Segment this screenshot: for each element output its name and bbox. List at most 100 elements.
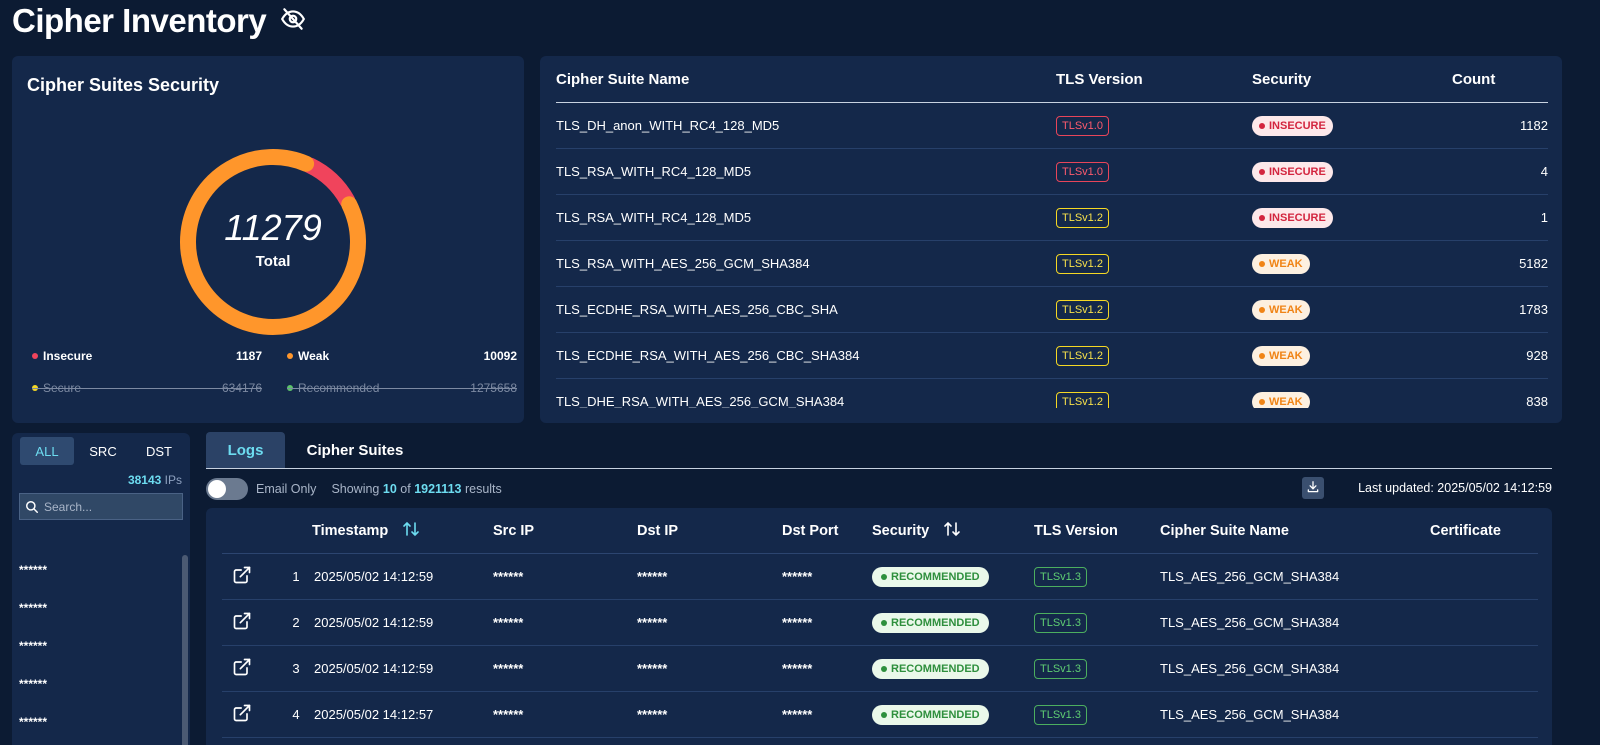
tls-version-badge: TLSv1.3: [1034, 612, 1087, 633]
download-button[interactable]: [1302, 477, 1324, 499]
tls-cell: TLSv1.3: [1034, 658, 1160, 679]
open-external-icon[interactable]: [232, 658, 252, 680]
ip-side-panel: ALL SRC DST 38143 IPs ******************…: [12, 433, 190, 745]
status-dot: [1259, 306, 1265, 313]
col-header-cipher-suite[interactable]: Cipher Suite Name: [1160, 523, 1430, 539]
status-dot: [881, 619, 887, 626]
col-header-dst-port[interactable]: Dst Port: [782, 523, 872, 539]
list-item[interactable]: ******: [19, 715, 47, 745]
cipher-suite-cell: TLS_AES_256_GCM_SHA384: [1160, 707, 1340, 722]
col-header-certificate[interactable]: Certificate: [1430, 523, 1538, 539]
security-badge: RECOMMENDED: [872, 658, 989, 679]
list-item[interactable]: ******: [19, 677, 47, 715]
row-index: 4: [292, 707, 300, 722]
tab-cipher-suites[interactable]: Cipher Suites: [285, 432, 425, 468]
count-cell: 5182: [1519, 256, 1548, 271]
security-label: WEAK: [1269, 303, 1303, 316]
tls-cell: TLSv1.2: [1056, 299, 1252, 320]
cipher-name-cell: TLS_ECDHE_RSA_WITH_AES_256_CBC_SHA: [556, 302, 838, 317]
count-cell: 928: [1526, 348, 1548, 363]
header-label: Security: [872, 522, 930, 539]
col-header-tls-version[interactable]: TLS Version: [1056, 71, 1252, 88]
table-row[interactable]: TLS_ECDHE_RSA_WITH_AES_256_CBC_SHA384 TLS…: [556, 333, 1548, 379]
col-header-count[interactable]: Count: [1452, 71, 1548, 88]
status-dot: [1259, 260, 1265, 267]
status-dot: [1259, 352, 1265, 359]
col-header-dst-ip[interactable]: Dst IP: [637, 523, 782, 539]
results-summary: Showing 10 of 1921113 results: [331, 482, 501, 496]
count-cell: 838: [1526, 394, 1548, 408]
table-row[interactable]: TLS_RSA_WITH_AES_256_GCM_SHA384 TLSv1.2 WE…: [556, 241, 1548, 287]
segment-src[interactable]: SRC: [76, 437, 130, 465]
col-header-security[interactable]: Security: [1252, 71, 1452, 88]
open-external-icon[interactable]: [232, 612, 252, 634]
download-icon: [1306, 480, 1320, 497]
ip-search-box[interactable]: [19, 493, 183, 520]
security-label: WEAK: [1269, 395, 1303, 408]
col-header-src-ip[interactable]: Src IP: [493, 523, 637, 539]
security-label: RECOMMENDED: [891, 570, 980, 583]
security-cell: RECOMMENDED: [872, 658, 1034, 679]
email-only-toggle[interactable]: [206, 478, 248, 500]
open-external-icon[interactable]: [232, 566, 252, 588]
col-header-tls-version[interactable]: TLS Version: [1034, 523, 1160, 539]
status-dot: [1259, 168, 1265, 175]
table-row[interactable]: 4 2025/05/02 14:12:57 ****** ****** ****** RE…: [222, 692, 1538, 738]
src-ip-cell: ******: [493, 707, 524, 722]
tls-version-badge: TLSv1.3: [1034, 704, 1087, 725]
status-dot: [1259, 214, 1265, 221]
total-results: 1921113: [414, 482, 462, 496]
security-cell: RECOMMENDED: [872, 704, 1034, 725]
ip-search-input[interactable]: [44, 499, 174, 514]
search-icon: [20, 500, 44, 514]
tls-version-badge: TLSv1.2: [1056, 253, 1109, 274]
tls-cell: TLSv1.2: [1056, 345, 1252, 366]
sort-icon[interactable]: [402, 521, 420, 541]
table-row[interactable]: 1 2025/05/02 14:12:59 ****** ****** ****** RE…: [222, 554, 1538, 600]
tab-logs[interactable]: Logs: [206, 432, 285, 468]
table-row[interactable]: TLS_DH_anon_WITH_RC4_128_MD5 TLSv1.0 INSEC…: [556, 103, 1548, 149]
donut-center: 11279 Total: [173, 142, 373, 342]
tls-cell: TLSv1.2: [1056, 207, 1252, 228]
legend-item-recommended[interactable]: Recommended 1275658: [287, 381, 517, 395]
open-cell: [222, 703, 280, 726]
ip-list-scrollbar[interactable]: [182, 555, 188, 745]
legend-item-secure[interactable]: Secure 634176: [32, 381, 262, 395]
logs-tabs: Logs Cipher Suites: [206, 432, 1552, 469]
dst-port-cell: ******: [782, 661, 813, 676]
list-item[interactable]: ******: [19, 563, 47, 601]
list-item[interactable]: ******: [19, 601, 47, 639]
table-row[interactable]: TLS_RSA_WITH_RC4_128_MD5 TLSv1.0 INSECURE 4: [556, 149, 1548, 195]
open-external-icon[interactable]: [232, 704, 252, 726]
sort-icon[interactable]: [943, 521, 961, 541]
row-index: 2: [292, 615, 300, 630]
security-cell: WEAK: [1252, 391, 1452, 408]
open-cell: [222, 657, 280, 680]
cipher-name-cell: TLS_ECDHE_RSA_WITH_AES_256_CBC_SHA384: [556, 348, 860, 363]
table-row[interactable]: 3 2025/05/02 14:12:59 ****** ****** ****** RE…: [222, 646, 1538, 692]
table-row[interactable]: TLS_RSA_WITH_RC4_128_MD5 TLSv1.2 INSECURE 1: [556, 195, 1548, 241]
security-badge: WEAK: [1252, 391, 1310, 408]
tls-cell: TLSv1.3: [1034, 612, 1160, 633]
segment-dst[interactable]: DST: [132, 437, 186, 465]
page-title: Cipher Inventory: [12, 2, 267, 39]
table-row[interactable]: 2 2025/05/02 14:12:59 ****** ****** ****** RE…: [222, 600, 1538, 646]
col-header-cipher-name[interactable]: Cipher Suite Name: [556, 71, 1056, 88]
security-cell: RECOMMENDED: [872, 612, 1034, 633]
security-badge: INSECURE: [1252, 161, 1333, 182]
list-item[interactable]: ******: [19, 639, 47, 677]
legend-item-weak[interactable]: Weak 10092: [287, 349, 517, 363]
count-cell: 4: [1540, 164, 1548, 179]
legend-value: 1275658: [470, 381, 517, 395]
showing-of: of: [400, 482, 411, 496]
eye-off-icon[interactable]: [280, 6, 306, 37]
table-row[interactable]: TLS_ECDHE_RSA_WITH_AES_256_CBC_SHA TLSv1.…: [556, 287, 1548, 333]
col-header-security[interactable]: Security: [872, 521, 1034, 541]
security-label: WEAK: [1269, 349, 1303, 362]
col-header-timestamp[interactable]: Timestamp: [278, 521, 493, 541]
segment-all[interactable]: ALL: [20, 437, 74, 465]
table-row[interactable]: TLS_DHE_RSA_WITH_AES_256_GCM_SHA384 TLSv1…: [556, 379, 1548, 408]
dst-port-cell: ******: [782, 707, 813, 722]
legend-item-insecure[interactable]: Insecure 1187: [32, 349, 262, 363]
legend-label: Insecure: [43, 349, 93, 363]
